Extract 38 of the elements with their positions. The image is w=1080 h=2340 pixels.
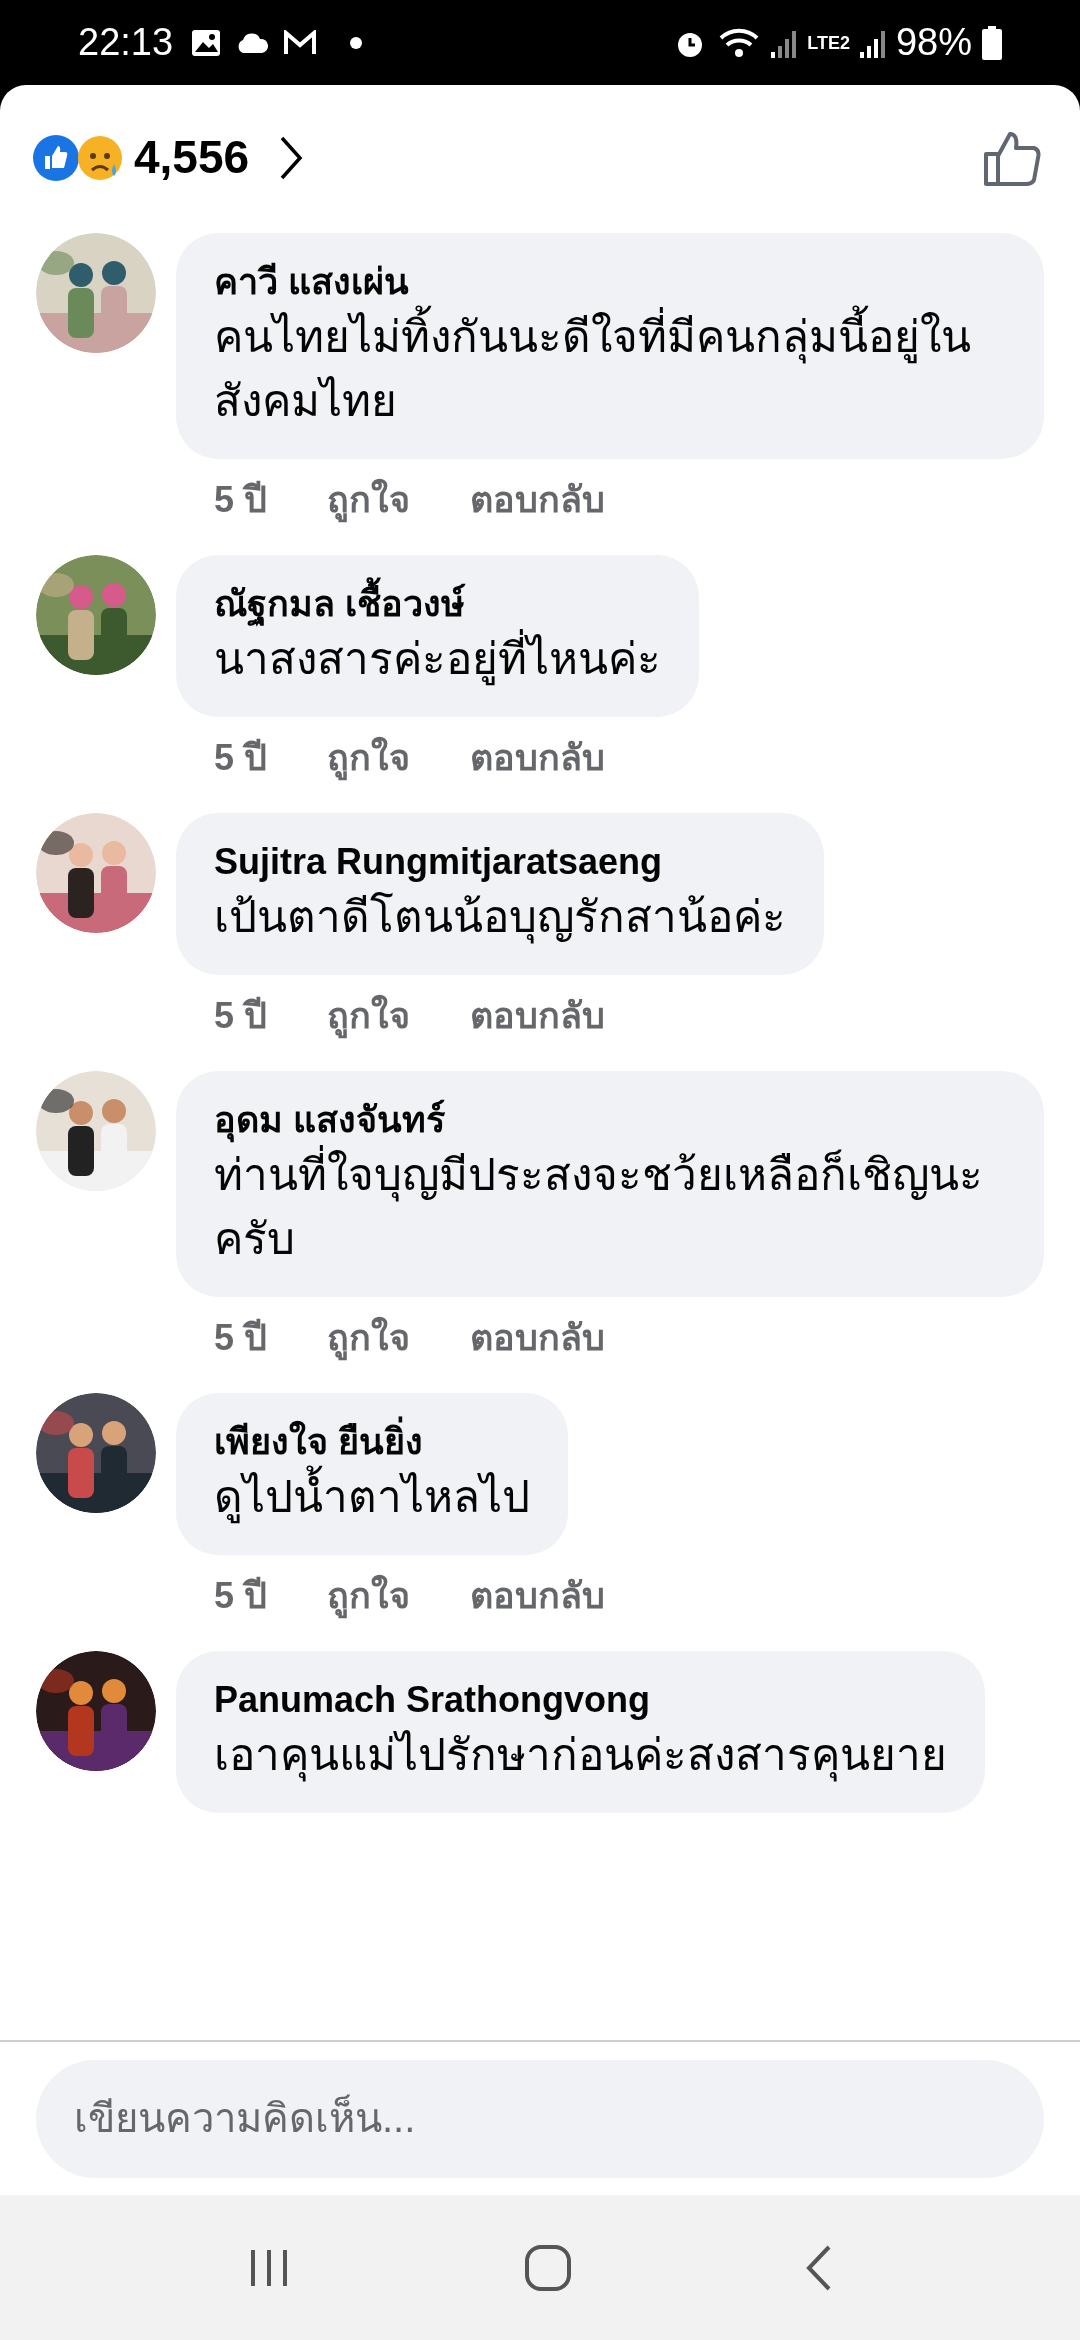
comment-age: 5 ปี: [214, 736, 268, 780]
comment-author[interactable]: คาวี แสงเผ่น: [214, 259, 1006, 305]
reaction-count[interactable]: 4,556: [134, 123, 250, 192]
reply-link[interactable]: ตอบกลับ: [470, 1311, 606, 1365]
network-label: LTE2: [807, 33, 850, 52]
comment-author[interactable]: Panumach Srathongvong: [214, 1677, 947, 1723]
reply-link[interactable]: ตอบกลับ: [470, 731, 606, 785]
comment-text: คนไทยไม่ทิ้งกันนะดีใจที่มีคนกลุ่มนี้อยู่ในสังคมไทย: [214, 305, 1006, 433]
chevron-right-icon[interactable]: [279, 134, 304, 181]
comment-text: ท่านที่ใจบุญมีประสงจะชว้ยเหลือก็เชิญนะครับ: [214, 1143, 1006, 1271]
like-link[interactable]: ถูกใจ: [327, 1311, 411, 1365]
battery-percent: 98%: [895, 20, 972, 65]
sad-face-icon: [76, 133, 124, 182]
comment-text: เอาคุนแม่ไปรักษาก่อนค่ะสงสารคุนยาย: [214, 1723, 947, 1787]
comment-author[interactable]: อุดม แสงจันทร์: [214, 1097, 1006, 1143]
comment-text: นาสงสารค่ะอยู่ที่ไหนค่ะ: [214, 627, 661, 691]
like-link[interactable]: ถูกใจ: [327, 731, 411, 785]
comment-text: เป้นตาดีโตนน้อบุญรักสาน้อค่ะ: [214, 885, 786, 949]
comment-age: 5 ปี: [214, 1316, 268, 1360]
reply-link[interactable]: ตอบกลับ: [470, 989, 606, 1043]
like-reaction-icon: [32, 133, 80, 182]
home-icon[interactable]: [524, 2243, 572, 2292]
comment-age: 5 ปี: [214, 478, 268, 522]
image-icon: [191, 28, 222, 57]
battery-icon: [982, 25, 1002, 60]
like-link[interactable]: ถูกใจ: [327, 1569, 411, 1623]
reply-link[interactable]: ตอบกลับ: [470, 1569, 606, 1623]
comment-author[interactable]: Sujitra Rungmitjaratsaeng: [214, 839, 786, 885]
reply-link[interactable]: ตอบกลับ: [470, 473, 606, 527]
comment-age: 5 ปี: [214, 994, 268, 1038]
like-link[interactable]: ถูกใจ: [327, 473, 411, 527]
clock: 22:13: [78, 20, 174, 65]
like-link[interactable]: ถูกใจ: [327, 989, 411, 1043]
comment-text: ดูไปน้ำตาไหลไป: [214, 1465, 530, 1529]
comment-age: 5 ปี: [214, 1574, 268, 1618]
mail-icon: [283, 29, 318, 56]
comment-input[interactable]: เขียนความคิดเห็น...: [36, 2059, 1044, 2178]
dot-icon: [349, 35, 364, 50]
